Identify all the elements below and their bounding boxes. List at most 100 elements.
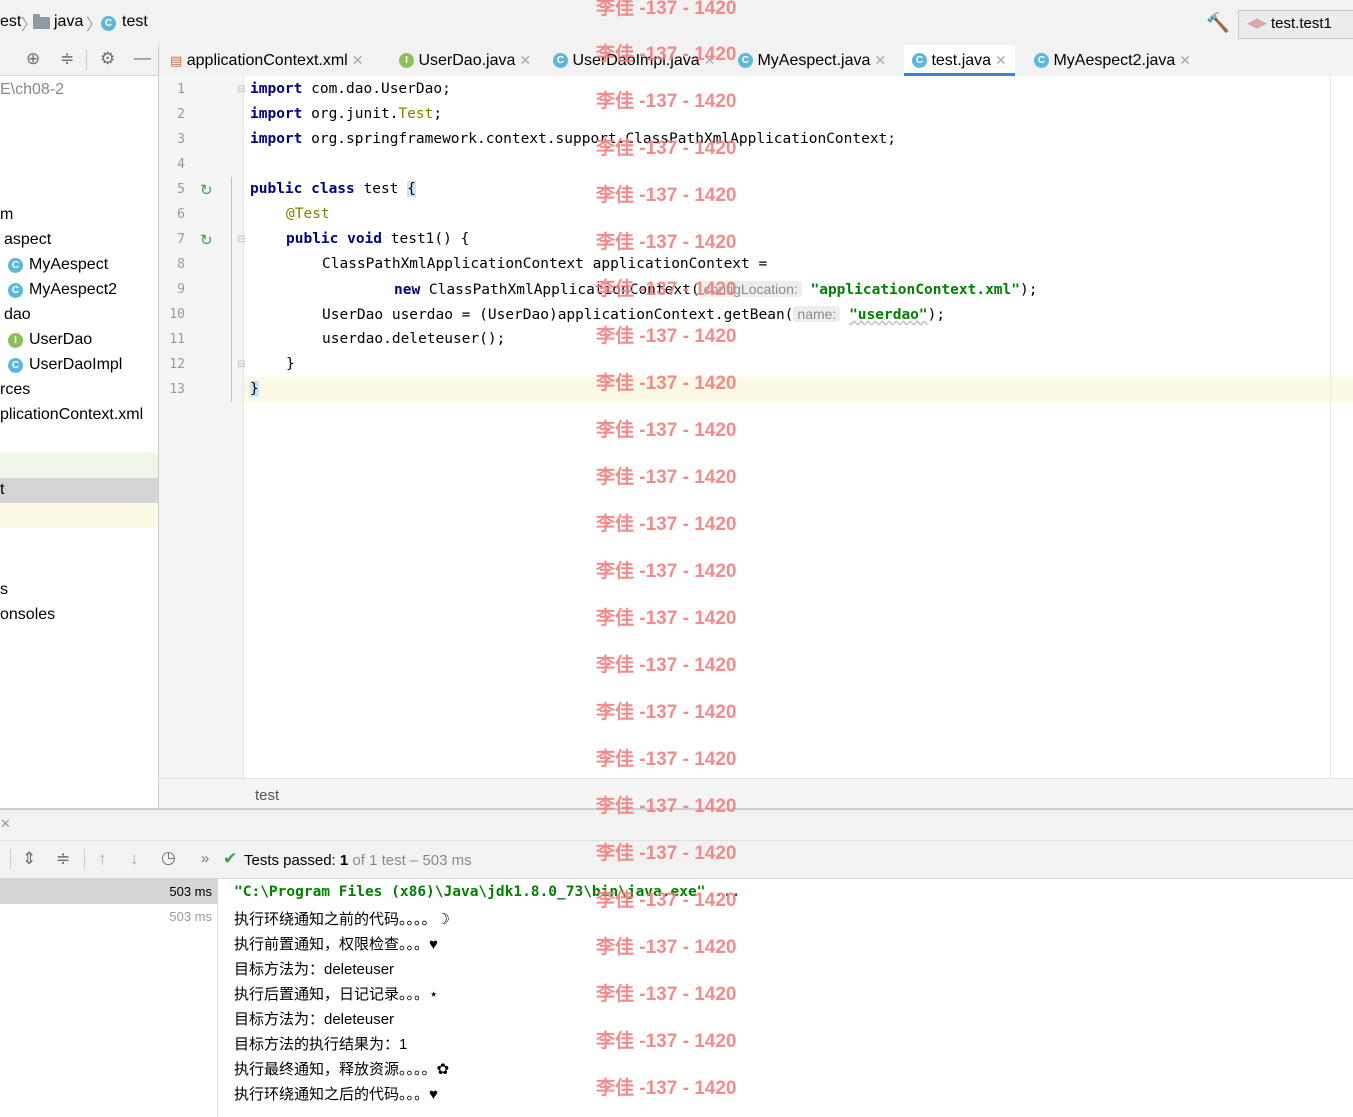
code-line-8: ClassPathXmlApplicationContext applicati…	[322, 256, 768, 272]
line-number: 1	[177, 82, 185, 97]
console-line: 目标方法的执行结果为：1	[234, 1036, 408, 1053]
code-line-1: import com.dao.UserDao;	[250, 81, 451, 97]
close-icon[interactable]: ✕	[874, 52, 886, 68]
locate-icon[interactable]: ⊕	[26, 49, 40, 69]
test-results-tree: 503 ms 503 ms	[0, 879, 218, 1117]
previous-failed-icon[interactable]: ↑	[98, 849, 107, 869]
history-icon[interactable]: ◷	[161, 848, 176, 868]
minimize-icon[interactable]: —	[134, 48, 151, 68]
tree-item-scratches[interactable]: onsoles	[0, 606, 55, 624]
project-panel: ⊕ ≑ ⚙ — E\ch08-2 m aspect C MyAespect C …	[0, 45, 159, 808]
class-icon: C	[738, 53, 753, 69]
test-row-selected[interactable]: 503 ms	[0, 879, 217, 904]
watermark-text: 李佳 -137 - 1420	[596, 185, 737, 206]
build-hammer-icon[interactable]: 🔨	[1206, 11, 1230, 35]
line-number: 8	[177, 257, 185, 272]
class-icon: C	[912, 53, 927, 69]
editor-breadcrumb-bar: test	[159, 778, 1353, 809]
watermark-text: 李佳 -137 - 1420	[596, 843, 737, 864]
breadcrumb-java[interactable]: java	[54, 13, 83, 31]
fold-icon[interactable]: ⊟	[237, 84, 245, 95]
line-number: 2	[177, 107, 185, 122]
tab-label: MyAespect.java	[757, 52, 871, 69]
watermark-text: 李佳 -137 - 1420	[596, 514, 737, 535]
editor-breadcrumb[interactable]: test	[255, 787, 279, 804]
close-tab-icon[interactable]: ✕	[0, 816, 11, 832]
tree-item-myaespect[interactable]: MyAespect	[29, 256, 108, 274]
code-line-11: userdao.deleteuser();	[322, 331, 506, 347]
line-number: 4	[177, 157, 185, 172]
watermark-text: 李佳 -137 - 1420	[596, 91, 737, 112]
watermark-text: 李佳 -137 - 1420	[596, 937, 737, 958]
watermark-text: 李佳 -137 - 1420	[596, 561, 737, 582]
close-icon[interactable]: ✕	[995, 52, 1007, 68]
fold-icon[interactable]: ⊟	[237, 359, 245, 370]
tree-item[interactable]: m	[0, 206, 13, 224]
line-number: 12	[169, 357, 185, 372]
console-line: 执行环绕通知之后的代码。。。♥	[234, 1086, 438, 1103]
tree-item-myaespect2[interactable]: MyAespect2	[29, 281, 117, 299]
watermark-text: 李佳 -137 - 1420	[596, 373, 737, 394]
console-line: 执行后置通知，日记记录。。。⋆	[234, 986, 439, 1003]
tree-row-highlight	[0, 453, 158, 478]
close-icon[interactable]: ✕	[1179, 52, 1191, 68]
watermark-text: 李佳 -137 - 1420	[596, 467, 737, 488]
class-icon: C	[553, 53, 568, 69]
fold-icon[interactable]: ⊟	[237, 234, 245, 245]
breadcrumb-project[interactable]: est	[0, 13, 21, 31]
interface-icon: I	[8, 333, 23, 348]
tab-userdao-java[interactable]: I UserDao.java ✕	[399, 45, 531, 76]
console-line: 执行前置通知，权限检查。。。♥	[234, 936, 438, 953]
console-line: 目标方法为：deleteuser	[234, 1011, 395, 1028]
expand-all-icon[interactable]: ⇕	[22, 849, 36, 869]
run-configuration-selector[interactable]: ◀▶ test.test1	[1238, 10, 1353, 39]
tab-label: applicationContext.xml	[186, 52, 348, 69]
breadcrumb-separator: 〉	[86, 17, 103, 34]
tree-item-test: t	[0, 481, 5, 498]
watermark-text: 李佳 -137 - 1420	[596, 44, 737, 65]
tree-item-resources[interactable]: rces	[0, 381, 30, 399]
collapse-icon[interactable]: ≑	[60, 49, 74, 69]
console-line: 执行环绕通知之前的代码。。。。☽	[234, 911, 450, 928]
right-margin-guide	[1330, 76, 1331, 778]
collapse-all-icon[interactable]: ≑	[56, 849, 70, 869]
tab-applicationcontext-xml[interactable]: ▤ applicationContext.xml ✕	[170, 45, 363, 76]
next-failed-icon[interactable]: ↓	[130, 849, 139, 869]
test-time: 503 ms	[169, 884, 212, 899]
class-icon: C	[1034, 53, 1049, 69]
console-line: 目标方法为：deleteuser	[234, 961, 395, 978]
run-class-icon[interactable]: ↻	[200, 181, 213, 199]
tree-item-userdaoimpl[interactable]: UserDaoImpl	[29, 356, 122, 374]
editor-tabs: ▤ applicationContext.xml ✕ I UserDao.java…	[159, 45, 1353, 77]
tree-row-selected[interactable]: t	[0, 478, 158, 503]
code-line-3: import org.springframework.context.suppo…	[250, 131, 897, 147]
line-number: 10	[169, 307, 185, 322]
tab-myaespect-java[interactable]: C MyAespect.java ✕	[738, 45, 886, 76]
tree-item-aspect[interactable]: aspect	[4, 231, 51, 249]
close-icon[interactable]: ✕	[352, 52, 364, 68]
tab-test-java[interactable]: C test.java ✕	[904, 45, 1015, 76]
change-marker	[231, 177, 232, 402]
more-icon[interactable]: »	[201, 850, 209, 867]
close-icon[interactable]: ✕	[519, 52, 531, 68]
class-icon: C	[8, 283, 23, 298]
run-test-icon[interactable]: ↻	[200, 231, 213, 249]
watermark-text: 李佳 -137 - 1420	[596, 984, 737, 1005]
watermark-text: 李佳 -137 - 1420	[596, 655, 737, 676]
check-icon: ✔	[223, 849, 238, 868]
line-number: 11	[169, 332, 185, 347]
tree-item-dao[interactable]: dao	[4, 306, 31, 324]
tree-item-applicationcontext[interactable]: plicationContext.xml	[0, 406, 143, 424]
tree-item-libraries[interactable]: s	[0, 581, 8, 599]
xml-file-icon: ▤	[170, 53, 183, 68]
tree-item-userdao[interactable]: UserDao	[29, 331, 92, 349]
caret-line-highlight	[244, 377, 1353, 402]
toolbar-divider	[84, 849, 85, 869]
gear-icon[interactable]: ⚙	[100, 49, 115, 69]
watermark-text: 李佳 -137 - 1420	[596, 420, 737, 441]
watermark-text: 李佳 -137 - 1420	[596, 749, 737, 770]
code-line-6: @Test	[286, 206, 330, 222]
tab-myaespect2-java[interactable]: C MyAespect2.java ✕	[1034, 45, 1191, 76]
line-number: 9	[177, 282, 185, 297]
breadcrumb-test[interactable]: test	[122, 13, 148, 31]
